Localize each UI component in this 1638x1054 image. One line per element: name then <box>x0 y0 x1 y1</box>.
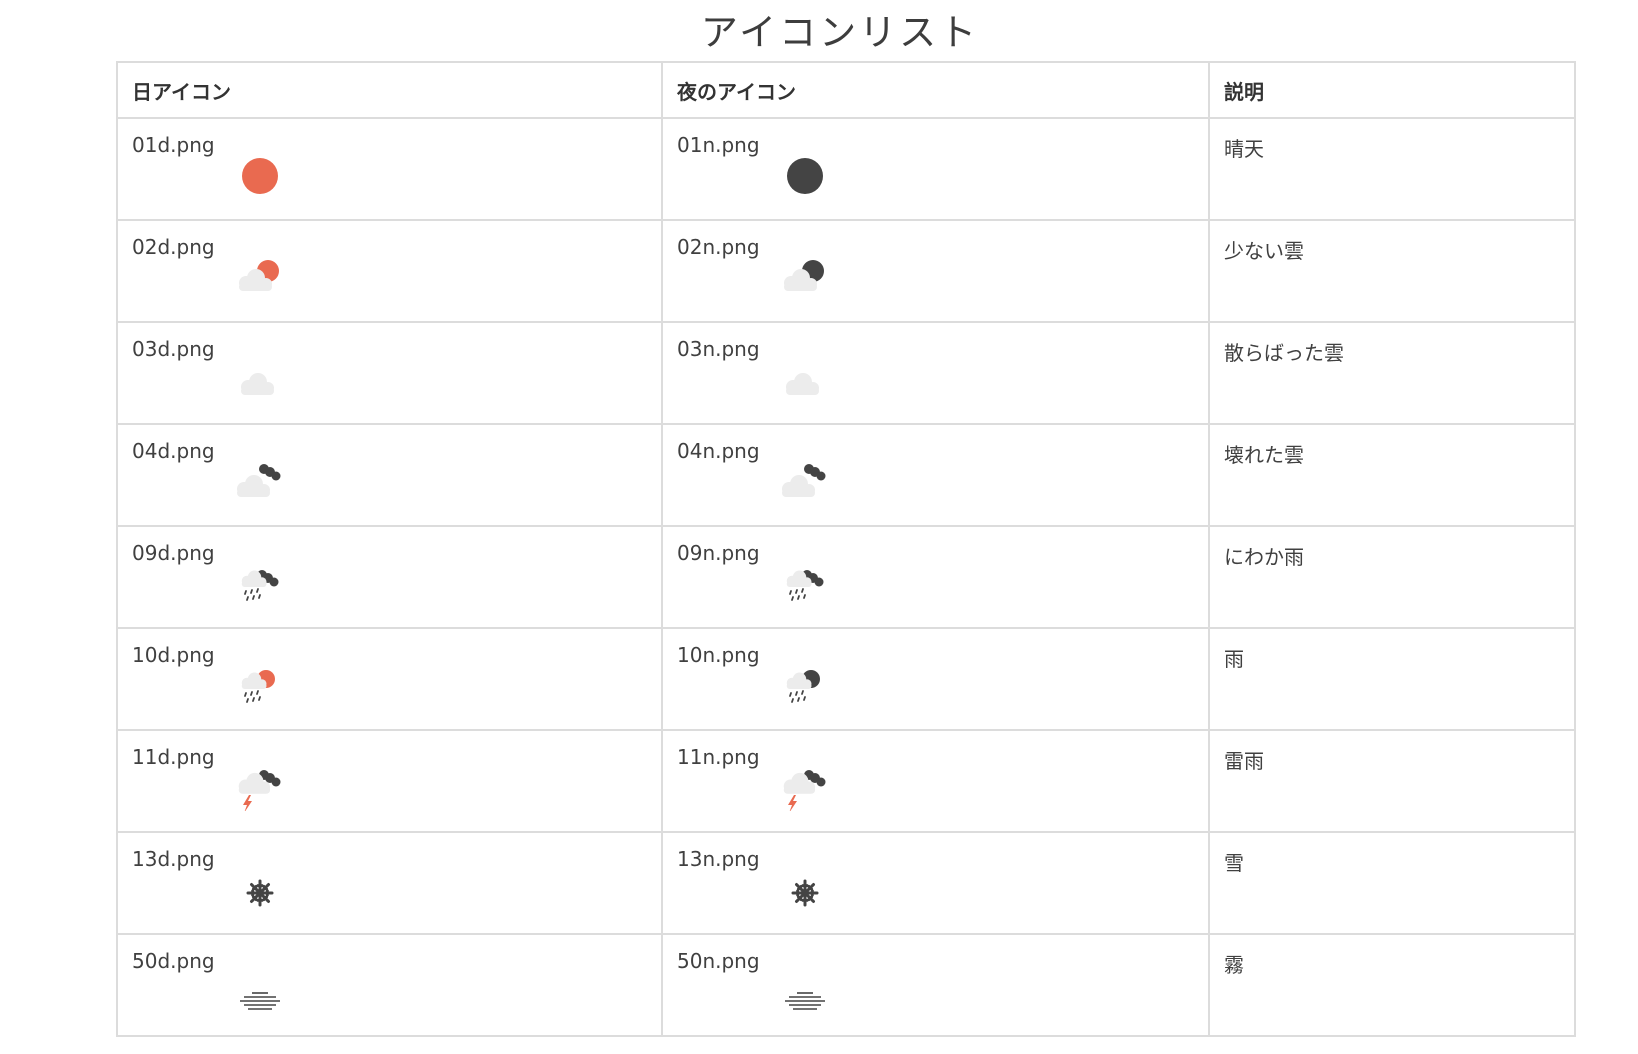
night-icon-cell: 01n.png <box>661 117 1210 221</box>
weather-description: 雷雨 <box>1224 749 1264 773</box>
snowflake-icon <box>232 861 288 913</box>
day-file-name: 11d.png <box>132 745 215 769</box>
weather-description: 雪 <box>1224 851 1244 875</box>
night-file-name: 01n.png <box>677 133 760 157</box>
table-row: 10d.png 10n.png 雨 <box>116 627 1576 731</box>
description-cell: 少ない雲 <box>1208 219 1576 323</box>
table-row: 02d.png 02n.png 少ない雲 <box>116 219 1576 323</box>
day-icon-cell: 04d.png <box>116 423 663 527</box>
day-file-name: 04d.png <box>132 439 215 463</box>
mist-icon <box>232 963 288 1015</box>
snowflake-icon <box>777 861 833 913</box>
night-file-name: 03n.png <box>677 337 760 361</box>
thunderstorm-icon <box>777 759 833 811</box>
cloud-icon <box>777 351 833 403</box>
night-icon-cell: 11n.png <box>661 729 1210 833</box>
day-icon-cell: 11d.png <box>116 729 663 833</box>
night-icon-cell: 04n.png <box>661 423 1210 527</box>
night-file-name: 04n.png <box>677 439 760 463</box>
rain-night-icon <box>777 657 833 709</box>
day-icon-cell: 02d.png <box>116 219 663 323</box>
night-icon-cell: 13n.png <box>661 831 1210 935</box>
shower-rain-icon <box>777 555 833 607</box>
night-file-name: 50n.png <box>677 949 760 973</box>
table-header-row: 日アイコン 夜のアイコン 説明 <box>116 61 1576 119</box>
day-icon-cell: 10d.png <box>116 627 663 731</box>
broken-clouds-icon <box>232 453 288 505</box>
broken-clouds-icon <box>777 453 833 505</box>
few-clouds-night-icon <box>777 249 833 301</box>
night-icon-cell: 50n.png <box>661 933 1210 1037</box>
table-row: 04d.png 04n.png 壊れた雲 <box>116 423 1576 527</box>
night-file-name: 11n.png <box>677 745 760 769</box>
night-file-name: 02n.png <box>677 235 760 259</box>
night-icon-cell: 09n.png <box>661 525 1210 629</box>
day-file-name: 02d.png <box>132 235 215 259</box>
thunderstorm-icon <box>232 759 288 811</box>
few-clouds-day-icon <box>232 249 288 301</box>
day-icon-cell: 01d.png <box>116 117 663 221</box>
rain-day-icon <box>232 657 288 709</box>
description-cell: 霧 <box>1208 933 1576 1037</box>
night-file-name: 13n.png <box>677 847 760 871</box>
day-file-name: 09d.png <box>132 541 215 565</box>
description-cell: 晴天 <box>1208 117 1576 221</box>
day-file-name: 10d.png <box>132 643 215 667</box>
day-icon-cell: 03d.png <box>116 321 663 425</box>
day-icon-cell: 09d.png <box>116 525 663 629</box>
day-file-name: 13d.png <box>132 847 215 871</box>
weather-description: 雨 <box>1224 647 1244 671</box>
description-cell: 雷雨 <box>1208 729 1576 833</box>
table-row: 01d.png 01n.png 晴天 <box>116 117 1576 221</box>
moon-icon <box>777 147 833 199</box>
icon-list-table: 日アイコン 夜のアイコン 説明 01d.png 01n.png 晴天 02d.p… <box>116 61 1576 1037</box>
description-cell: 散らばった雲 <box>1208 321 1576 425</box>
header-description: 説明 <box>1208 61 1576 119</box>
day-file-name: 50d.png <box>132 949 215 973</box>
sun-icon <box>232 147 288 199</box>
table-row: 50d.png 50n.png 霧 <box>116 933 1576 1037</box>
weather-description: 晴天 <box>1224 137 1264 161</box>
mist-icon <box>777 963 833 1015</box>
cloud-icon <box>232 351 288 403</box>
table-row: 13d.png 13n.png 雪 <box>116 831 1576 935</box>
night-file-name: 10n.png <box>677 643 760 667</box>
night-file-name: 09n.png <box>677 541 760 565</box>
night-icon-cell: 03n.png <box>661 321 1210 425</box>
day-icon-cell: 50d.png <box>116 933 663 1037</box>
description-cell: にわか雨 <box>1208 525 1576 629</box>
day-icon-cell: 13d.png <box>116 831 663 935</box>
weather-description: 散らばった雲 <box>1224 341 1344 365</box>
description-cell: 壊れた雲 <box>1208 423 1576 527</box>
header-day-icon: 日アイコン <box>116 61 663 119</box>
table-row: 11d.png 11n.png 雷雨 <box>116 729 1576 833</box>
weather-description: にわか雨 <box>1224 545 1304 569</box>
shower-rain-icon <box>232 555 288 607</box>
header-night-icon: 夜のアイコン <box>661 61 1210 119</box>
weather-description: 霧 <box>1224 953 1244 977</box>
description-cell: 雨 <box>1208 627 1576 731</box>
night-icon-cell: 02n.png <box>661 219 1210 323</box>
description-cell: 雪 <box>1208 831 1576 935</box>
weather-description: 壊れた雲 <box>1224 443 1304 467</box>
table-row: 09d.png 09n.png にわか雨 <box>116 525 1576 629</box>
weather-description: 少ない雲 <box>1224 239 1304 263</box>
day-file-name: 03d.png <box>132 337 215 361</box>
night-icon-cell: 10n.png <box>661 627 1210 731</box>
page-title: アイコンリスト <box>700 11 980 54</box>
table-row: 03d.png 03n.png 散らばった雲 <box>116 321 1576 425</box>
day-file-name: 01d.png <box>132 133 215 157</box>
